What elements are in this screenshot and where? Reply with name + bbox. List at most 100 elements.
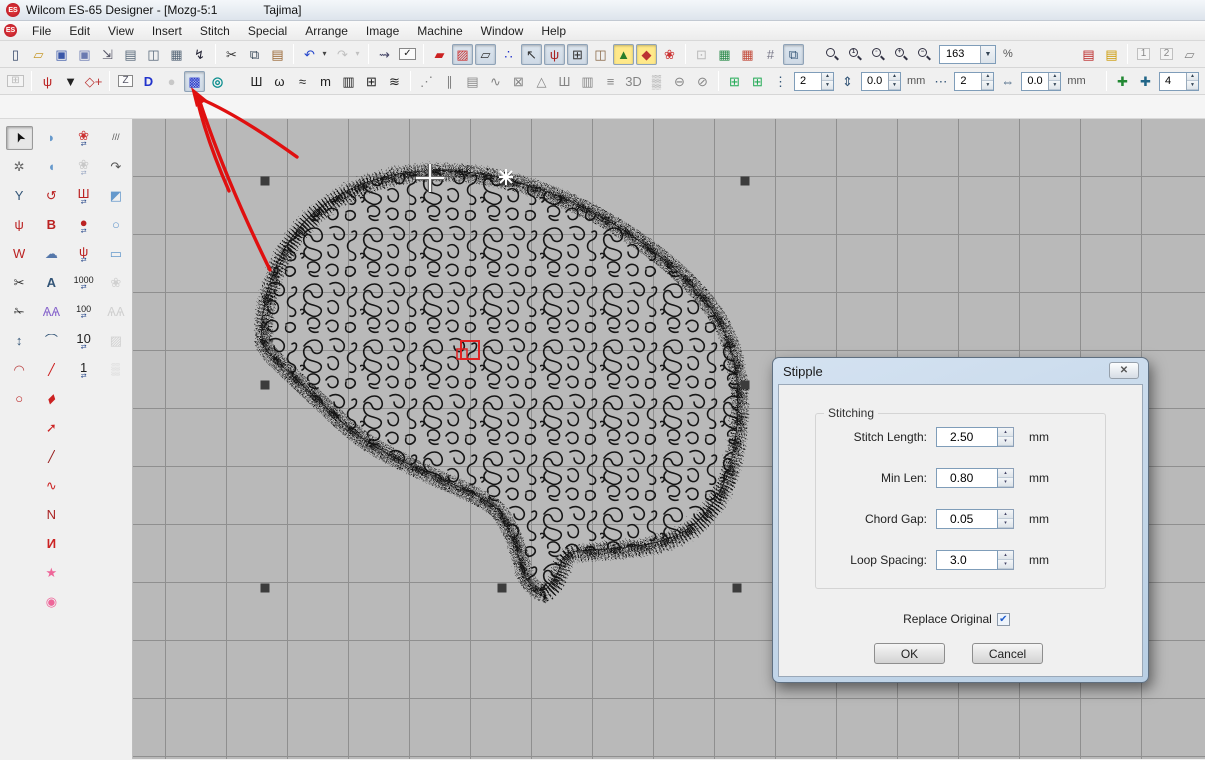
field-spinner[interactable]: ▲▼ xyxy=(1048,73,1060,90)
offset-outlines-icon[interactable]: ◎ xyxy=(207,71,228,92)
satin-column-tool[interactable]: Ш⇄ xyxy=(70,184,97,208)
rows-dots-icon[interactable]: ⋮ xyxy=(770,71,791,92)
pattern-fill-icon[interactable]: ⊞ xyxy=(361,71,382,92)
hoop-view-icon[interactable]: ◫ xyxy=(590,44,611,65)
menu-edit[interactable]: Edit xyxy=(60,23,99,39)
param-input[interactable]: 3.0 xyxy=(936,550,998,570)
open-shape-tool[interactable]: N xyxy=(38,503,65,527)
paste-icon[interactable]: ▤ xyxy=(267,44,288,65)
menu-file[interactable]: File xyxy=(23,23,60,39)
needle-points-view-icon[interactable]: ψ xyxy=(544,44,565,65)
remove-overlaps-tool[interactable]: B xyxy=(38,213,65,237)
param-spinner[interactable]: ▴▾ xyxy=(998,509,1014,529)
overlay-grid-icon[interactable]: ▦ xyxy=(714,44,735,65)
worksheet-to-machine-icon[interactable]: ▤ xyxy=(1101,44,1122,65)
arc-tool[interactable]: ↷ xyxy=(102,155,129,179)
lettering-tool[interactable]: A xyxy=(38,271,65,295)
select-tool[interactable]: ➤ xyxy=(6,126,33,150)
spacing-100-tool[interactable]: 100⇄ xyxy=(70,300,97,324)
rows-count-field[interactable]: 2▲▼ xyxy=(794,72,834,91)
carving-stamp-tool[interactable]: ☁ xyxy=(38,242,65,266)
run-stitch-tool[interactable]: ╱ xyxy=(38,358,65,382)
background-view-icon[interactable]: ▲ xyxy=(613,44,634,65)
mirror-columns-icon[interactable]: ⊞ xyxy=(747,71,768,92)
param-spinner[interactable]: ▴▾ xyxy=(998,427,1014,447)
kaleidoscope-points-field[interactable]: 4▲▼ xyxy=(1159,72,1199,91)
parallel-fill-tool[interactable]: /// xyxy=(102,126,129,150)
input-c-tool[interactable]: ●⇄ xyxy=(70,213,97,237)
spacing-1000-tool[interactable]: 1000⇄ xyxy=(70,271,97,295)
ring-shape-tool[interactable]: ◉ xyxy=(38,590,65,614)
kaleidoscope-icon[interactable]: ✚ xyxy=(1112,71,1133,92)
print-preview-icon[interactable]: ◫ xyxy=(143,44,164,65)
param-input[interactable]: 0.80 xyxy=(936,468,998,488)
mirror-rows-icon[interactable]: ⊞ xyxy=(724,71,745,92)
measure-tool[interactable]: ↕ xyxy=(6,329,33,353)
design-worksheet-icon[interactable]: ▤ xyxy=(1078,44,1099,65)
backstitch-tool[interactable]: ╱ xyxy=(38,445,65,469)
wave-fill-icon[interactable]: ≋ xyxy=(384,71,405,92)
points-view-icon[interactable]: ∴ xyxy=(498,44,519,65)
new-document-icon[interactable]: ▯ xyxy=(5,44,26,65)
tatami-fill-icon[interactable]: ▥ xyxy=(338,71,359,92)
reshape-tool[interactable]: Y xyxy=(6,184,33,208)
satin-stitch-icon[interactable]: Ш xyxy=(246,71,267,92)
dialog-close-button[interactable]: ✕ xyxy=(1109,362,1139,379)
penetration-points-icon[interactable]: ◇+ xyxy=(83,71,104,92)
motif-run-flowers-tool[interactable]: ❀⇄ xyxy=(70,126,97,150)
stemstitch-tool[interactable]: ∿ xyxy=(38,474,65,498)
ellipse-run-tool[interactable]: ○ xyxy=(6,387,33,411)
step-stitch-icon[interactable]: m xyxy=(315,71,336,92)
param-spinner[interactable]: ▴▾ xyxy=(998,468,1014,488)
cancel-button[interactable]: Cancel xyxy=(972,643,1043,664)
write-to-machine-icon[interactable]: ▦ xyxy=(166,44,187,65)
overlay-points-icon[interactable]: ▦ xyxy=(737,44,758,65)
columns-dots-icon[interactable]: ⋯ xyxy=(930,71,951,92)
stitches-view-icon[interactable]: ▰ xyxy=(429,44,450,65)
zoom-factor-combo[interactable]: 163▼ xyxy=(939,45,996,64)
grid-view-icon[interactable]: ⊞ xyxy=(567,44,588,65)
travel-by-stitches-icon[interactable]: ⇝ xyxy=(374,44,395,65)
row-spacing-icon[interactable]: ⇕ xyxy=(837,71,858,92)
connect-machine-icon[interactable]: ↯ xyxy=(189,44,210,65)
open-folder-icon[interactable]: ▱ xyxy=(28,44,49,65)
menu-insert[interactable]: Insert xyxy=(143,23,191,39)
save-design-icon[interactable]: ▣ xyxy=(74,44,95,65)
columns-count-field[interactable]: 2▲▼ xyxy=(954,72,994,91)
param-spinner[interactable]: ▴▾ xyxy=(998,550,1014,570)
zigzag-stitch-icon[interactable]: ≈ xyxy=(292,71,313,92)
mirror-rotate-tool[interactable]: ↺ xyxy=(38,184,65,208)
menu-window[interactable]: Window xyxy=(472,23,533,39)
menu-help[interactable]: Help xyxy=(532,23,575,39)
star-shape-tool[interactable]: ★ xyxy=(38,561,65,585)
stitch-edit-tool[interactable]: ψ xyxy=(6,213,33,237)
field-spinner[interactable]: ▲▼ xyxy=(981,73,993,90)
copy-icon[interactable]: ⧉ xyxy=(244,44,265,65)
outlines-view-icon[interactable]: ▱ xyxy=(475,44,496,65)
zoom-lens-icon[interactable] xyxy=(822,44,843,65)
punch-needle-icon[interactable]: ψ xyxy=(37,71,58,92)
export-design-icon[interactable]: ⇲ xyxy=(97,44,118,65)
stipple-fill-icon[interactable]: ▩ xyxy=(184,71,205,92)
fan-fill-tool[interactable]: ◠ xyxy=(6,358,33,382)
field-spinner[interactable]: ▲▼ xyxy=(821,73,833,90)
row-spacing-field[interactable]: 0.0▲▼ xyxy=(861,72,901,91)
artwork-view-icon[interactable]: ❀ xyxy=(659,44,680,65)
elastic-lettering-tool[interactable]: ⌒ xyxy=(38,329,65,353)
satin-line-tool[interactable]: ▰ xyxy=(38,387,65,411)
monogram-tool[interactable]: ѦѦ xyxy=(38,300,65,324)
single-needle-icon[interactable]: ▼ xyxy=(60,71,81,92)
cut-icon[interactable]: ✂ xyxy=(221,44,242,65)
spacing-1-tool[interactable]: 1⇄ xyxy=(70,358,97,382)
hatch-view-icon[interactable]: ▨ xyxy=(452,44,473,65)
print-icon[interactable]: ▤ xyxy=(120,44,141,65)
closed-shape-tool[interactable]: И xyxy=(38,532,65,556)
reshape-object-tool[interactable]: ◗ xyxy=(38,126,65,150)
zoom-1to1-icon[interactable]: 1 xyxy=(845,44,866,65)
combo-dropdown-icon[interactable]: ▼ xyxy=(980,46,995,63)
menu-arrange[interactable]: Arrange xyxy=(296,23,357,39)
print-to-window-icon[interactable]: ⧉ xyxy=(783,44,804,65)
cut-connection-tool[interactable]: ✁ xyxy=(6,300,33,324)
replace-original-checkbox[interactable]: ✔ xyxy=(997,613,1010,626)
complex-fill-tool[interactable]: ◩ xyxy=(102,184,129,208)
